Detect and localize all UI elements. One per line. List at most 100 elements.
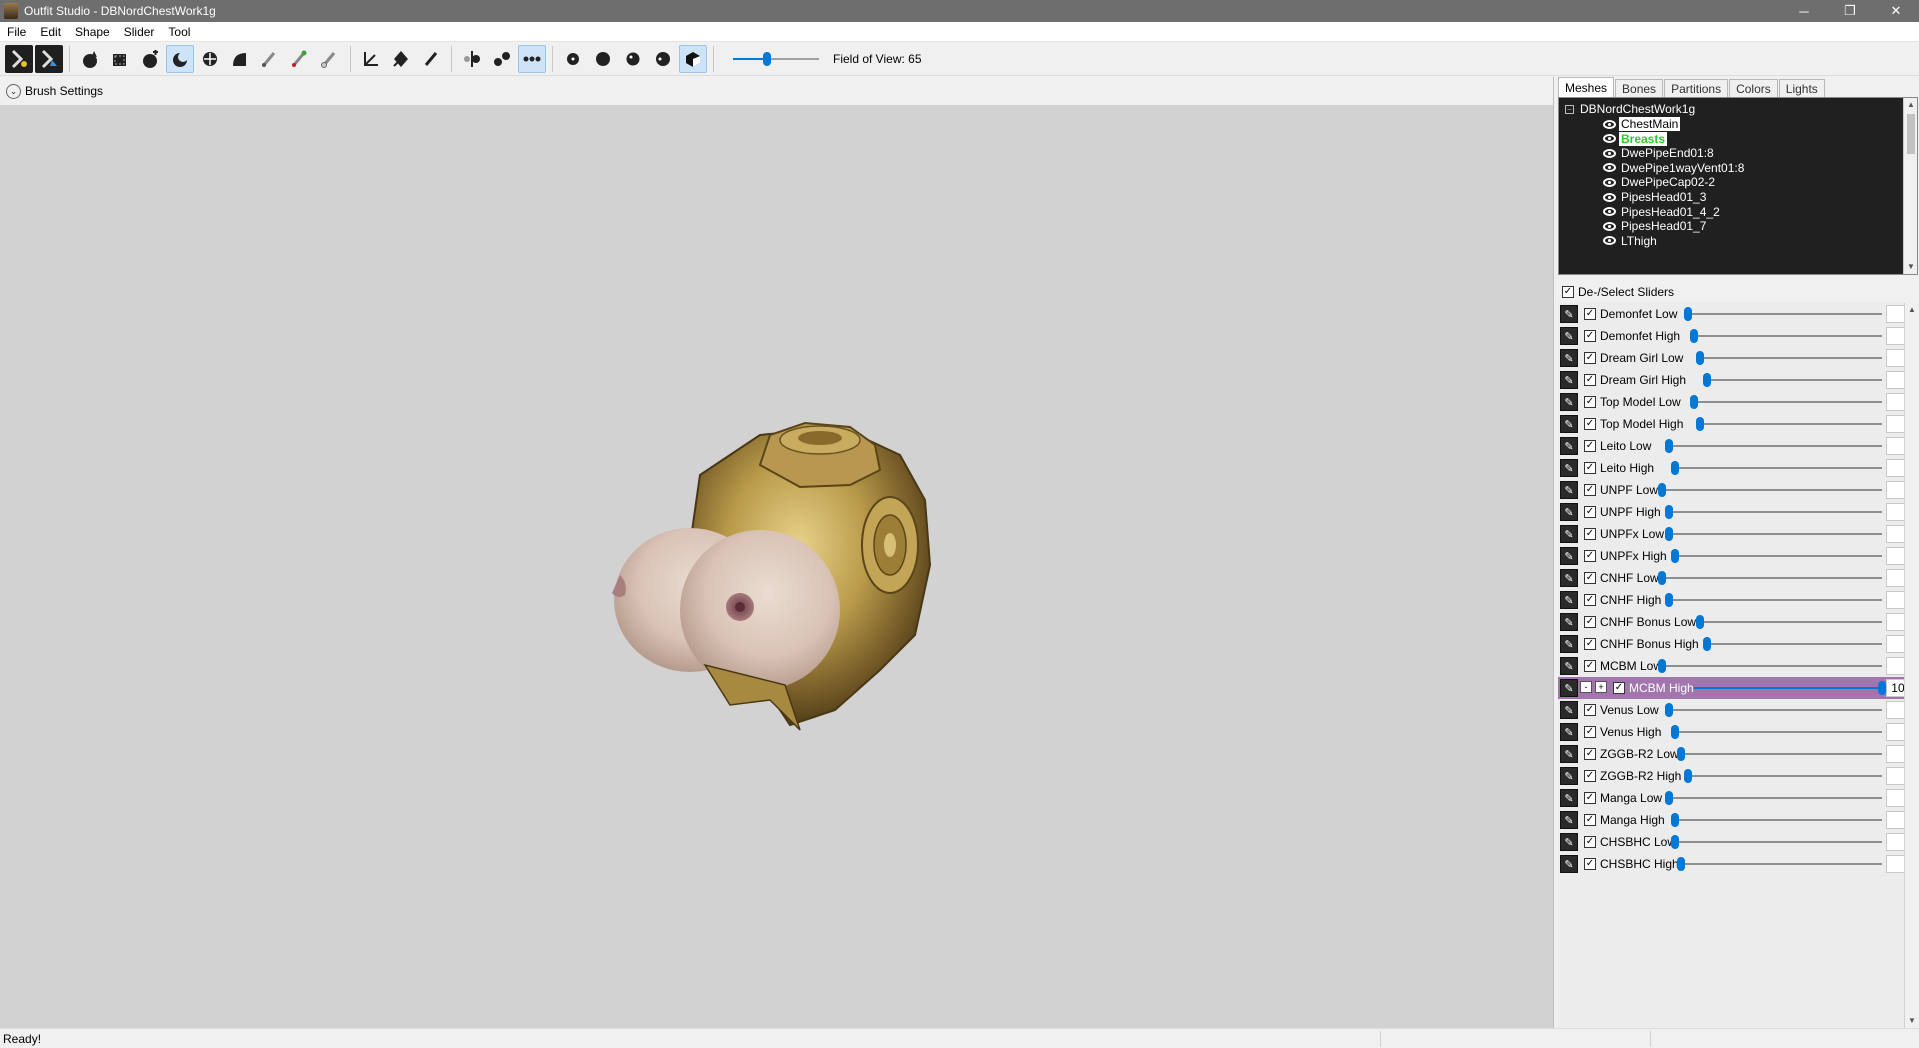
eye-icon[interactable] xyxy=(1603,192,1616,202)
connected-only-icon[interactable] xyxy=(488,45,516,73)
eye-icon[interactable] xyxy=(1603,177,1616,187)
tree-scrollbar[interactable]: ▲ ▼ xyxy=(1903,98,1917,274)
slider-track[interactable] xyxy=(1702,373,1882,387)
slider-thumb[interactable] xyxy=(1664,593,1673,607)
edit-slider-icon[interactable]: ✎ xyxy=(1560,635,1578,653)
slider-track[interactable] xyxy=(1671,835,1882,849)
slider-track[interactable] xyxy=(1696,417,1882,431)
load-project-icon[interactable] xyxy=(35,44,63,73)
slider-thumb[interactable] xyxy=(1664,505,1673,519)
slider-checkbox[interactable]: ✓ xyxy=(1584,770,1596,782)
slider-checkbox[interactable]: ✓ xyxy=(1584,836,1596,848)
slider-track[interactable] xyxy=(1683,307,1882,321)
tab-partitions[interactable]: Partitions xyxy=(1664,79,1729,97)
deflate-brush-icon[interactable] xyxy=(166,44,194,73)
edit-slider-icon[interactable]: ✎ xyxy=(1560,701,1578,719)
edit-slider-icon[interactable]: ✎ xyxy=(1560,415,1578,433)
slider-thumb[interactable] xyxy=(1677,857,1686,871)
slider-checkbox[interactable]: ✓ xyxy=(1584,638,1596,650)
slider-track[interactable] xyxy=(1696,351,1882,365)
slider-track[interactable] xyxy=(1677,747,1882,761)
slider-checkbox[interactable]: ✓ xyxy=(1584,308,1596,320)
standard-brush-icon[interactable] xyxy=(76,45,104,73)
scroll-thumb[interactable] xyxy=(1907,114,1915,154)
smooth-brush-icon[interactable] xyxy=(226,45,254,73)
slider-checkbox[interactable]: ✓ xyxy=(1584,330,1596,342)
edit-slider-icon[interactable]: ✎ xyxy=(1560,723,1578,741)
transform-icon[interactable] xyxy=(357,45,385,73)
slider-checkbox[interactable]: ✓ xyxy=(1584,550,1596,562)
slider-thumb[interactable] xyxy=(1664,791,1673,805)
slider-checkbox[interactable]: ✓ xyxy=(1584,440,1596,452)
eye-icon[interactable] xyxy=(1603,163,1616,173)
chevron-down-icon[interactable]: ⌄ xyxy=(6,83,21,99)
edit-slider-icon[interactable]: ✎ xyxy=(1560,503,1578,521)
edit-slider-icon[interactable]: ✎ xyxy=(1560,327,1578,345)
slider-checkbox[interactable]: ✓ xyxy=(1584,396,1596,408)
tree-item[interactable]: PipesHead01_3 xyxy=(1603,189,1708,205)
edit-slider-icon[interactable]: ✎ xyxy=(1560,525,1578,543)
tree-item[interactable]: Breasts xyxy=(1603,131,1668,147)
slider-track[interactable] xyxy=(1689,395,1882,409)
menu-slider[interactable]: Slider xyxy=(117,25,162,39)
mesh-tree[interactable]: − DBNordChestWork1g ChestMain Breasts DweP… xyxy=(1558,97,1918,275)
tab-bones[interactable]: Bones xyxy=(1615,79,1664,97)
slider-checkbox[interactable]: ✓ xyxy=(1584,748,1596,760)
slider-checkbox[interactable]: ✓ xyxy=(1584,418,1596,430)
close-button[interactable]: ✕ xyxy=(1873,0,1919,22)
edit-slider-icon[interactable]: ✎ xyxy=(1560,393,1578,411)
slider-checkbox[interactable]: ✓ xyxy=(1584,726,1596,738)
slider-thumb[interactable] xyxy=(1702,637,1711,651)
menu-edit[interactable]: Edit xyxy=(33,25,68,39)
scroll-up-icon[interactable]: ▲ xyxy=(1905,303,1918,317)
tree-root[interactable]: − DBNordChestWork1g xyxy=(1565,101,1695,117)
mask-brush-icon[interactable] xyxy=(106,45,134,73)
edit-slider-icon[interactable]: ✎ xyxy=(1560,613,1578,631)
menu-tool[interactable]: Tool xyxy=(161,25,197,39)
slider-track[interactable] xyxy=(1664,791,1882,805)
eye-icon[interactable] xyxy=(1603,221,1616,231)
slider-checkbox[interactable]: ✓ xyxy=(1584,704,1596,716)
slider-checkbox[interactable]: ✓ xyxy=(1584,660,1596,672)
tree-item[interactable]: LThigh xyxy=(1603,233,1659,249)
move-brush-icon[interactable] xyxy=(196,45,224,73)
edit-slider-icon[interactable]: ✎ xyxy=(1560,855,1578,873)
slider-track[interactable] xyxy=(1677,857,1882,871)
slider-checkbox[interactable]: ✓ xyxy=(1584,352,1596,364)
slider-scrollbar[interactable]: ▲ ▼ xyxy=(1904,303,1918,1028)
deselect-sliders[interactable]: ✓ De-/Select Sliders xyxy=(1562,283,1674,301)
slider-thumb[interactable] xyxy=(1658,659,1667,673)
alpha-brush-icon[interactable] xyxy=(316,45,344,73)
menu-shape[interactable]: Shape xyxy=(68,25,117,39)
edit-slider-icon[interactable]: ✎ xyxy=(1560,547,1578,565)
edit-slider-icon[interactable]: ✎ xyxy=(1560,833,1578,851)
wireframe-icon[interactable] xyxy=(589,45,617,73)
tab-meshes[interactable]: Meshes xyxy=(1558,77,1615,97)
slider-track[interactable] xyxy=(1689,329,1882,343)
slider-thumb[interactable] xyxy=(1671,813,1679,827)
slider-checkbox[interactable]: ✓ xyxy=(1584,462,1596,474)
lighting-icon[interactable] xyxy=(619,45,647,73)
edit-slider-icon[interactable]: ✎ xyxy=(1560,349,1578,367)
color-brush-icon[interactable] xyxy=(286,45,314,73)
slider-checkbox[interactable]: ✓ xyxy=(1613,682,1625,694)
edit-slider-icon[interactable]: ✎ xyxy=(1560,591,1578,609)
slider-track[interactable] xyxy=(1696,615,1882,629)
scroll-down-icon[interactable]: ▼ xyxy=(1905,1014,1918,1028)
tree-item[interactable]: PipesHead01_7 xyxy=(1603,218,1708,234)
edit-slider-icon[interactable]: ✎ xyxy=(1560,745,1578,763)
slider-thumb[interactable] xyxy=(1689,329,1698,343)
edit-slider-icon[interactable]: ✎ xyxy=(1560,569,1578,587)
edit-slider-icon[interactable]: ✎ xyxy=(1560,811,1578,829)
eye-icon[interactable] xyxy=(1603,236,1616,246)
pivot-icon[interactable] xyxy=(387,45,415,73)
slider-track[interactable] xyxy=(1664,703,1882,717)
slider-track[interactable] xyxy=(1664,527,1882,541)
xray-icon[interactable] xyxy=(559,45,587,73)
edit-slider-icon[interactable]: ✎ xyxy=(1560,305,1578,323)
slider-checkbox[interactable]: ✓ xyxy=(1584,616,1596,628)
slider-thumb[interactable] xyxy=(1689,395,1698,409)
slider-track[interactable] xyxy=(1671,549,1882,563)
scroll-up-icon[interactable]: ▲ xyxy=(1904,98,1917,112)
slider-thumb[interactable] xyxy=(1658,483,1667,497)
